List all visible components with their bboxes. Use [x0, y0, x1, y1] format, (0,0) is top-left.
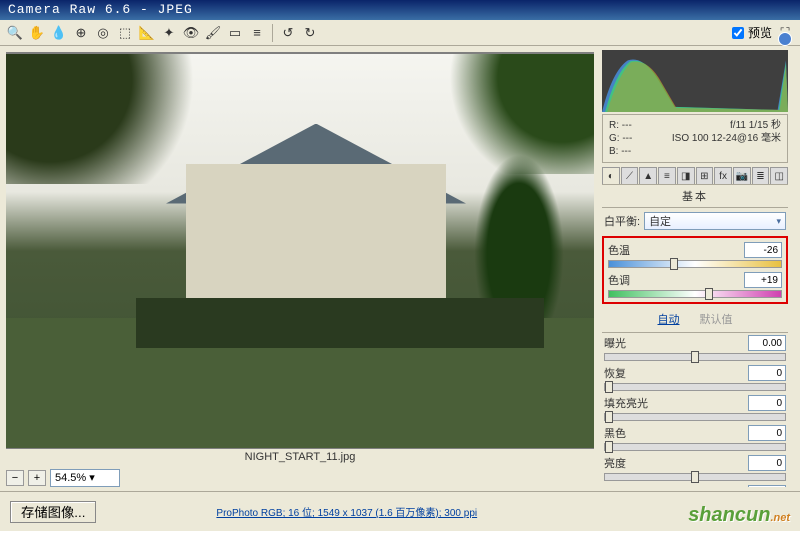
hand-icon[interactable]: ✋ [28, 24, 46, 42]
title-bar: Camera Raw 6.6 - JPEG [0, 0, 800, 20]
bottom-bar: 存储图像... ProPhoto RGB; 16 位; 1549 x 1037 … [0, 491, 800, 531]
wb-eyedropper-icon[interactable]: 💧 [50, 24, 68, 42]
slider-track[interactable] [604, 353, 786, 361]
graduated-filter-icon[interactable]: ▭ [226, 24, 244, 42]
tint-slider[interactable] [608, 290, 782, 298]
spot-removal-icon[interactable]: ✦ [160, 24, 178, 42]
temp-input[interactable] [744, 242, 782, 258]
target-adjust-icon[interactable]: ◎ [94, 24, 112, 42]
slider-input[interactable] [748, 485, 786, 487]
temp-label: 色温 [608, 242, 630, 258]
preview-checkbox[interactable] [732, 27, 744, 39]
save-image-button[interactable]: 存储图像... [10, 501, 96, 523]
slider-label: 黑色 [604, 425, 626, 441]
color-sampler-icon[interactable]: ⊕ [72, 24, 90, 42]
tab-fx[interactable]: fx [714, 167, 732, 184]
tab-curve[interactable]: ⟋ [621, 167, 639, 184]
slider-track[interactable] [604, 473, 786, 481]
tab-presets[interactable]: ≣ [752, 167, 770, 184]
slider-input[interactable] [748, 395, 786, 411]
tab-detail[interactable]: ▲ [639, 167, 657, 184]
slider-track[interactable] [604, 443, 786, 451]
tab-snapshots[interactable]: ◫ [770, 167, 788, 184]
slider-track[interactable] [604, 383, 786, 391]
crop-icon[interactable]: ⬚ [116, 24, 134, 42]
histogram [602, 50, 788, 112]
slider-input[interactable] [748, 455, 786, 471]
slider-label: 恢复 [604, 365, 626, 381]
panel-title: 基本 [602, 185, 788, 208]
image-canvas[interactable] [6, 52, 594, 449]
separator [272, 24, 273, 42]
slider-input[interactable] [748, 425, 786, 441]
profile-link[interactable]: ProPhoto RGB; 16 位; 1549 x 1037 (1.6 百万像… [216, 504, 477, 519]
panel-tabs: ◐ ⟋ ▲ ≡ ◨ ⊞ fx 📷 ≣ ◫ [602, 167, 788, 185]
slider-label: 亮度 [604, 455, 626, 471]
slider-input[interactable] [748, 335, 786, 351]
file-name-label: NIGHT_START_11.jpg [6, 449, 594, 465]
preview-label: 预览 [748, 24, 772, 41]
zoom-icon[interactable]: 🔍 [6, 24, 24, 42]
prefs-icon[interactable]: ≡ [248, 24, 266, 42]
tab-hsl[interactable]: ≡ [658, 167, 676, 184]
chevron-down-icon: ▾ [776, 216, 781, 227]
zoom-in-button[interactable]: + [28, 470, 46, 486]
adjustment-brush-icon[interactable]: 🖌 [204, 24, 222, 42]
highlight-temperature-tint: 色温 色调 [602, 236, 788, 304]
tab-calib[interactable]: 📷 [733, 167, 751, 184]
rotate-cw-icon[interactable]: ↻ [301, 24, 319, 42]
auto-link[interactable]: 自动 [658, 311, 680, 327]
slider-label: 曝光 [604, 335, 626, 351]
metadata-box: R: ---G: ---B: --- f/11 1/15 秒ISO 100 12… [602, 114, 788, 163]
tint-input[interactable] [744, 272, 782, 288]
zoom-select[interactable]: 54.5% ▾ [50, 469, 120, 487]
redeye-icon[interactable]: 👁 [182, 24, 200, 42]
default-link[interactable]: 默认值 [700, 311, 733, 327]
tint-label: 色调 [608, 272, 630, 288]
rotate-ccw-icon[interactable]: ↺ [279, 24, 297, 42]
slider-track[interactable] [604, 413, 786, 421]
wb-select[interactable]: 自定▾ [644, 212, 786, 230]
slider-input[interactable] [748, 365, 786, 381]
toggle-button[interactable] [778, 32, 792, 46]
tab-lens[interactable]: ⊞ [696, 167, 714, 184]
slider-label: 填充亮光 [604, 395, 648, 411]
watermark: shancun.net [688, 504, 790, 527]
straighten-icon[interactable]: 📐 [138, 24, 156, 42]
tab-basic[interactable]: ◐ [602, 167, 620, 184]
zoom-out-button[interactable]: − [6, 470, 24, 486]
toolbar: 🔍 ✋ 💧 ⊕ ◎ ⬚ 📐 ✦ 👁 🖌 ▭ ≡ ↺ ↻ 预览 ⛶ [0, 20, 800, 46]
tab-split[interactable]: ◨ [677, 167, 695, 184]
temp-slider[interactable] [608, 260, 782, 268]
slider-label: 对比度 [604, 485, 637, 487]
wb-label: 白平衡: [604, 213, 640, 229]
